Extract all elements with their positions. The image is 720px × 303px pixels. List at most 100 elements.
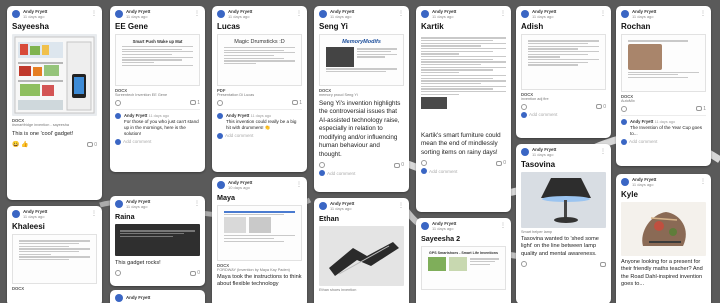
document-preview[interactable]: [521, 33, 606, 90]
comment-icon[interactable]: [190, 270, 197, 276]
more-options-icon[interactable]: ⋮: [194, 11, 200, 17]
post-time: 11 days ago: [532, 151, 554, 157]
post-card-tasovina[interactable]: Andy Fryett 11 days ago ⋮ Tasovina Smart…: [516, 144, 611, 303]
post-card-lucas[interactable]: Andy Fryett 11 days ago ⋮ Lucas Magic Dr…: [212, 6, 307, 172]
comment-time: 11 days ago: [148, 113, 170, 118]
comment-count: 1: [299, 99, 302, 106]
more-options-icon[interactable]: ⋮: [500, 223, 506, 229]
document-preview[interactable]: GPS Smartshoes - Smart Life Inventions: [421, 245, 506, 290]
add-comment-input[interactable]: Add comment: [421, 168, 506, 175]
smart-fridge-image[interactable]: [12, 33, 97, 116]
comment-time: 11 days ago: [250, 113, 272, 118]
reaction-icon[interactable]: [115, 99, 121, 106]
more-options-icon[interactable]: ⋮: [600, 149, 606, 155]
post-time: 10 days ago: [228, 184, 250, 190]
post-card-khaleesi[interactable]: Andy Fryett 11 days ago ⋮ Khaleesi DOCX: [7, 206, 102, 303]
document-title: Magic Drumsticks :D: [234, 38, 285, 45]
add-comment-input[interactable]: Add comment: [621, 138, 706, 145]
more-options-icon[interactable]: ⋮: [91, 211, 97, 217]
comment-count: 1: [197, 99, 200, 106]
post-body: Seng Yi's invention highlights the contr…: [319, 99, 401, 158]
post-card-kartik[interactable]: Andy Fryett 11 days ago ⋮ Kartik Kartik'…: [416, 6, 511, 212]
more-options-icon[interactable]: ⋮: [500, 11, 506, 17]
post-body: Maya took the instructions to think abou…: [217, 273, 302, 288]
file-name: Presentation Di Lucas: [217, 92, 255, 97]
post-card-raina[interactable]: Andy Fryett 11 days ago ⋮ Raina This gad…: [110, 196, 205, 286]
author-name: Andy Fryett: [126, 294, 151, 300]
post-title: Kyle: [621, 189, 638, 199]
reaction-icon[interactable]: [521, 261, 527, 268]
file-name: AutoMix: [621, 98, 635, 103]
more-options-icon[interactable]: ⋮: [398, 203, 404, 209]
document-preview[interactable]: Magic Drumsticks :D: [217, 33, 302, 86]
reaction-icon[interactable]: [621, 105, 627, 112]
smart-lamp-image[interactable]: [521, 171, 606, 228]
add-comment-input[interactable]: Add comment: [319, 170, 404, 177]
file-name: Smart helper lamp: [521, 229, 553, 234]
more-options-icon[interactable]: ⋮: [296, 11, 302, 17]
more-options-icon[interactable]: ⋮: [194, 201, 200, 207]
post-card-adish[interactable]: Andy Fryett 11 days ago ⋮ Adish DOCX inv…: [516, 6, 611, 138]
post-title: Raina: [115, 211, 135, 221]
reaction-icon[interactable]: [521, 103, 527, 110]
avatar: [621, 118, 627, 125]
smile-reaction-icon[interactable]: 😀 👍: [12, 141, 29, 148]
video-thumbnail[interactable]: [115, 223, 200, 256]
more-options-icon[interactable]: ⋮: [600, 11, 606, 17]
post-body: This is one 'cool' gadget!: [12, 130, 74, 137]
comment-icon[interactable]: [696, 106, 703, 112]
more-options-icon[interactable]: ⋮: [296, 182, 302, 188]
post-card-rochan[interactable]: Andy Fryett 11 days ago ⋮ Rochan DOCX Au…: [616, 6, 711, 166]
post-card-partial[interactable]: Andy Fryett: [110, 290, 205, 303]
comment-icon[interactable]: [394, 162, 401, 168]
document-preview[interactable]: [621, 33, 706, 92]
avatar: [217, 181, 225, 190]
more-options-icon[interactable]: ⋮: [91, 11, 97, 17]
reaction-icon[interactable]: [421, 160, 427, 167]
document-preview[interactable]: [421, 34, 506, 128]
post-card-seng-yi[interactable]: Andy Fryett 11 days ago ⋮ Seng Yi Memory…: [314, 6, 409, 192]
avatar: [621, 10, 629, 19]
comment-icon[interactable]: [596, 104, 603, 110]
comment-icon[interactable]: [496, 160, 503, 166]
post-title: Sayeesha: [12, 21, 49, 31]
shoes-image[interactable]: [319, 225, 404, 286]
comment-count: 0: [197, 270, 200, 277]
add-comment-input[interactable]: Add comment: [115, 138, 200, 145]
more-options-icon[interactable]: ⋮: [700, 179, 706, 185]
post-title: Ethan: [319, 213, 339, 223]
post-title: Tasovina: [521, 159, 556, 169]
reaction-icon[interactable]: [217, 99, 223, 106]
document-preview[interactable]: [217, 204, 302, 261]
comment-text: This invention could really be a big hit…: [226, 118, 297, 130]
reaction-icon[interactable]: [319, 162, 325, 169]
avatar: [12, 210, 20, 219]
comment-icon[interactable]: [190, 100, 197, 106]
document-preview[interactable]: MemoryModifs: [319, 33, 404, 86]
more-options-icon[interactable]: ⋮: [700, 11, 706, 17]
comment-icon[interactable]: [87, 142, 94, 148]
document-title: Smart Push Wake up Mat: [132, 38, 183, 44]
post-body: Kartik's smart furniture could mean the …: [421, 131, 501, 156]
reaction-icon[interactable]: [115, 270, 121, 277]
file-name: Ethan shoes invention: [319, 287, 357, 292]
add-comment-input[interactable]: Add comment: [217, 132, 302, 139]
avatar: [319, 10, 327, 19]
file-type-label: DOCX: [12, 285, 25, 291]
more-options-icon[interactable]: ⋮: [398, 11, 404, 17]
post-time: 11 days ago: [126, 13, 148, 19]
document-preview[interactable]: Smart Push Wake up Mat: [115, 33, 200, 86]
post-title: Seng Yi: [319, 21, 348, 31]
post-card-ee-gene[interactable]: Andy Fryett 11 days ago ⋮ EE Gene Smart …: [110, 6, 205, 172]
invention-image[interactable]: [621, 201, 706, 256]
comment-icon[interactable]: [600, 261, 606, 267]
post-card-sayeesha[interactable]: Andy Fryett 11 days ago ⋮ Sayeesha DOCX …: [7, 6, 102, 200]
comment-icon[interactable]: [292, 100, 299, 106]
document-preview[interactable]: [12, 233, 97, 284]
post-card-kyle[interactable]: Andy Fryett 11 days ago ⋮ Kyle Anyone lo…: [616, 174, 711, 303]
file-name: memory proud Seng Yi: [319, 92, 358, 97]
post-card-sayeesha-2[interactable]: Andy Fryett 11 days ago ⋮ Sayeesha 2 GPS…: [416, 218, 511, 303]
add-comment-input[interactable]: Add comment: [521, 111, 606, 118]
post-card-maya[interactable]: Andy Fryett 10 days ago ⋮ Maya DOCX FORD…: [212, 177, 307, 303]
post-card-ethan[interactable]: Andy Fryett 11 days ago ⋮ Ethan Ethan sh…: [314, 198, 409, 303]
